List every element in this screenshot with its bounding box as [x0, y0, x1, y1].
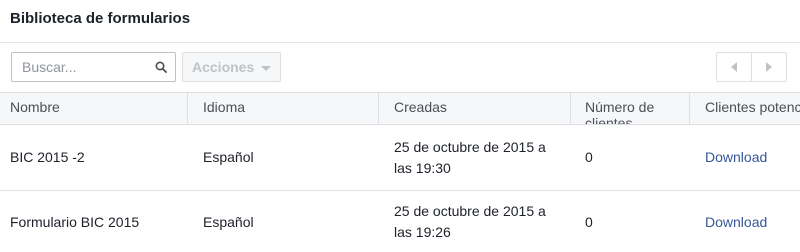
- search-box[interactable]: [11, 52, 176, 82]
- page-title: Biblioteca de formularios: [10, 10, 191, 27]
- cell-language: Español: [203, 149, 254, 165]
- cell-leads: Download: [690, 191, 800, 252]
- search-input[interactable]: [22, 53, 152, 81]
- chevron-down-icon: [261, 66, 271, 71]
- cell-created: 25 de octubre de 2015 a las 19:30: [394, 138, 546, 176]
- table-header: Nombre Idioma Creadas Número de clientes…: [0, 92, 800, 125]
- arrow-right-icon: [766, 62, 772, 72]
- cell-language: Español: [203, 213, 254, 230]
- next-page-button[interactable]: [752, 53, 787, 81]
- column-header-count[interactable]: Número de clientes: [571, 93, 690, 124]
- search-icon[interactable]: [155, 61, 167, 73]
- column-header-name[interactable]: Nombre: [0, 93, 188, 124]
- cell-count: 0: [585, 213, 593, 230]
- cell-created: 25 de octubre de 2015 a las 19:26: [394, 203, 546, 240]
- actions-dropdown-button[interactable]: Acciones: [182, 52, 281, 82]
- download-link[interactable]: Download: [705, 147, 767, 168]
- page-header: Biblioteca de formularios: [0, 0, 800, 43]
- cell-name: BIC 2015 -2: [10, 149, 85, 165]
- cell-count: 0: [585, 149, 593, 165]
- toolbar: Acciones: [0, 43, 800, 92]
- actions-label: Acciones: [192, 59, 255, 75]
- cell-name: Formulario BIC 2015: [10, 213, 140, 230]
- previous-page-button[interactable]: [717, 53, 752, 81]
- column-header-leads[interactable]: Clientes potenciales: [690, 93, 800, 124]
- forms-table: Nombre Idioma Creadas Número de clientes…: [0, 92, 800, 252]
- cell-leads: Download: [690, 125, 800, 190]
- column-header-created[interactable]: Creadas: [379, 93, 571, 124]
- column-header-language[interactable]: Idioma: [188, 93, 379, 124]
- arrow-left-icon: [731, 62, 737, 72]
- pagination: [716, 52, 787, 82]
- table-row: Formulario BIC 2015 Español 25 de octubr…: [0, 191, 800, 252]
- table-row: BIC 2015 -2 Español 25 de octubre de 201…: [0, 125, 800, 191]
- download-link[interactable]: Download: [705, 212, 767, 233]
